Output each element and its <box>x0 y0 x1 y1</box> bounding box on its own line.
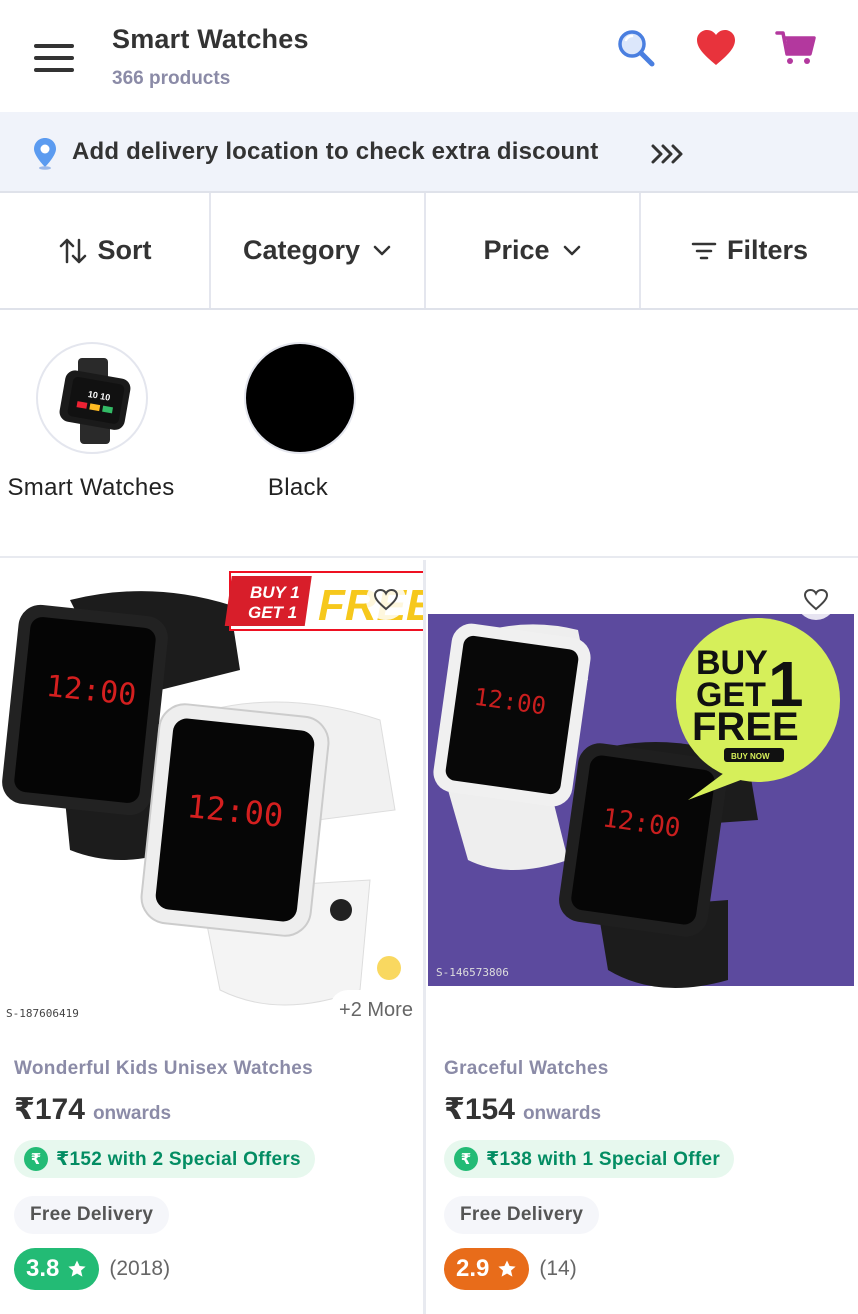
special-offer-pill[interactable]: ₹ ₹152 with 2 Special Offers <box>14 1140 315 1178</box>
chip-label: Black <box>267 474 329 501</box>
rupee-icon: ₹ <box>24 1147 48 1171</box>
category-dropdown[interactable]: Category <box>211 193 426 308</box>
price-value: ₹174 <box>14 1093 85 1126</box>
wishlist-heart-icon[interactable] <box>796 580 836 620</box>
rating-count: (2018) <box>109 1257 171 1280</box>
chip-smart-watch-thumbnail: 10 10 <box>36 342 148 454</box>
product-image: 12:00 12:00 BUY GET 1 FREE BUY NOW S-146… <box>428 560 858 1030</box>
rating-row: 2.9 (14) <box>444 1248 577 1290</box>
chip-label: Smart Watches <box>7 474 175 501</box>
double-chevron-right-icon <box>651 144 683 164</box>
category-label: Category <box>242 235 361 265</box>
wishlist-heart-icon[interactable] <box>366 580 406 620</box>
product-card[interactable]: 12:00 12:00 BUY 1 GET 1 FREE S-187606419… <box>0 560 426 1314</box>
rupee-icon: ₹ <box>454 1147 478 1171</box>
product-image: 12:00 12:00 BUY 1 GET 1 FREE S-187606419 <box>0 560 423 1030</box>
page-title: Smart Watches <box>112 24 309 54</box>
wishlist-heart-icon[interactable] <box>694 26 738 70</box>
rating-badge: 2.9 <box>444 1248 530 1290</box>
product-count: 366 products <box>112 68 231 89</box>
sort-button[interactable]: Sort <box>0 193 211 308</box>
chip-black-swatch <box>244 342 356 454</box>
hamburger-menu-icon[interactable] <box>34 42 76 74</box>
svg-text:BUY NOW: BUY NOW <box>731 752 770 761</box>
price-label: Price <box>483 235 550 265</box>
filters-label: Filters <box>726 235 809 265</box>
chip-smart-watches[interactable]: 10 10 Smart Watches <box>0 342 191 522</box>
chip-black[interactable]: Black <box>198 342 398 522</box>
star-icon <box>498 1260 516 1277</box>
product-price: ₹154 onwards <box>444 1092 601 1127</box>
app-header: Smart Watches 366 products <box>0 0 858 112</box>
offer-text: ₹152 with 2 Special Offers <box>56 1148 301 1170</box>
filter-lines-icon <box>691 242 717 259</box>
delivery-location-banner[interactable]: Add delivery location to check extra dis… <box>0 112 858 193</box>
rating-row: 3.8 (2018) <box>14 1248 170 1290</box>
rating-badge: 3.8 <box>14 1248 100 1290</box>
svg-text:S-146573806: S-146573806 <box>436 966 509 979</box>
price-suffix: onwards <box>92 1103 172 1124</box>
chevron-down-icon <box>563 245 580 255</box>
more-images-badge[interactable]: +2 More <box>330 990 422 1030</box>
product-card[interactable]: 12:00 12:00 BUY GET 1 FREE BUY NOW S-146… <box>428 560 858 1314</box>
chevron-down-icon <box>373 245 391 255</box>
search-icon[interactable] <box>614 26 658 70</box>
star-icon <box>68 1260 86 1277</box>
product-price: ₹174 onwards <box>14 1092 171 1127</box>
rating-count: (14) <box>539 1257 577 1280</box>
sort-label: Sort <box>97 235 152 265</box>
sort-arrows-icon <box>59 238 86 263</box>
special-offer-pill[interactable]: ₹ ₹138 with 1 Special Offer <box>444 1140 735 1178</box>
price-dropdown[interactable]: Price <box>426 193 641 308</box>
free-delivery-tag: Free Delivery <box>444 1196 600 1234</box>
delivery-banner-text: Add delivery location to check extra dis… <box>72 138 599 165</box>
rating-value: 3.8 <box>26 1255 60 1282</box>
cart-icon[interactable] <box>774 26 818 70</box>
offer-text: ₹138 with 1 Special Offer <box>486 1148 721 1170</box>
rating-value: 2.9 <box>456 1255 490 1282</box>
filters-button[interactable]: Filters <box>641 193 858 308</box>
category-chips-row: 10 10 Smart Watches Black <box>0 310 858 558</box>
svg-text:FREE: FREE <box>692 705 799 749</box>
svg-text:BUY 1: BUY 1 <box>250 583 300 602</box>
product-name: Graceful Watches <box>444 1058 609 1079</box>
free-delivery-tag: Free Delivery <box>14 1196 170 1234</box>
price-suffix: onwards <box>522 1103 602 1124</box>
price-value: ₹154 <box>444 1093 515 1126</box>
sort-filter-bar: Sort Category Price Filters <box>0 193 858 310</box>
svg-text:GET 1: GET 1 <box>248 603 297 622</box>
svg-text:S-187606419: S-187606419 <box>6 1007 79 1020</box>
product-name: Wonderful Kids Unisex Watches <box>14 1058 314 1079</box>
location-pin-icon <box>34 138 56 170</box>
